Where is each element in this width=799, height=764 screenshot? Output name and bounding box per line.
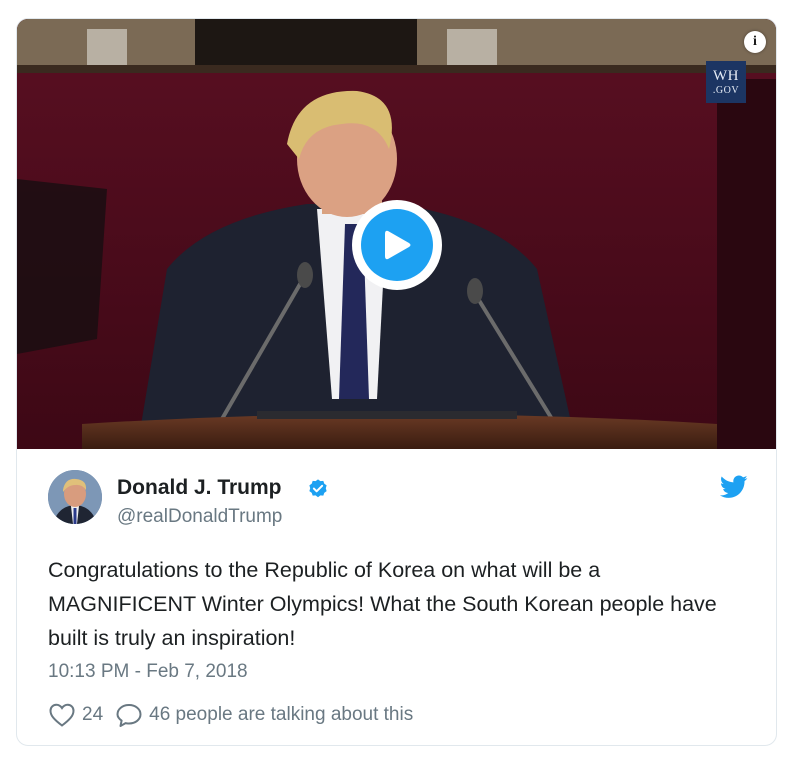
video-player[interactable]: WH .GOV i (17, 19, 776, 449)
twitter-bird-icon[interactable] (720, 475, 748, 499)
logo-line-2: .GOV (712, 84, 740, 96)
tweet-body: Donald J. Trump @realDonaldTrump Congrat… (17, 449, 776, 745)
info-icon[interactable]: i (744, 31, 766, 53)
speech-bubble-icon[interactable] (115, 702, 143, 728)
avatar[interactable] (48, 470, 102, 524)
verified-badge-icon (309, 479, 327, 498)
tweet-actions: 24 46 people are talking about this (48, 701, 413, 729)
logo-line-1: WH (713, 67, 739, 84)
play-button[interactable] (352, 200, 442, 290)
tweet-text: Congratulations to the Republic of Korea… (48, 558, 717, 650)
whitehouse-gov-logo: WH .GOV (706, 61, 746, 103)
heart-icon[interactable] (48, 702, 76, 728)
play-icon (385, 230, 411, 260)
tweet-timestamp[interactable]: 10:13 PM - Feb 7, 2018 (48, 661, 248, 683)
play-icon-circle (361, 209, 433, 281)
like-count[interactable]: 24 (82, 704, 103, 726)
author-name[interactable]: Donald J. Trump (117, 476, 282, 500)
people-talking-link[interactable]: 46 people are talking about this (149, 704, 413, 726)
avatar-image (48, 470, 102, 524)
embedded-tweet-card: WH .GOV i Donald J. Trump @realDonaldTru… (16, 18, 777, 746)
author-handle[interactable]: @realDonaldTrump (117, 506, 282, 528)
